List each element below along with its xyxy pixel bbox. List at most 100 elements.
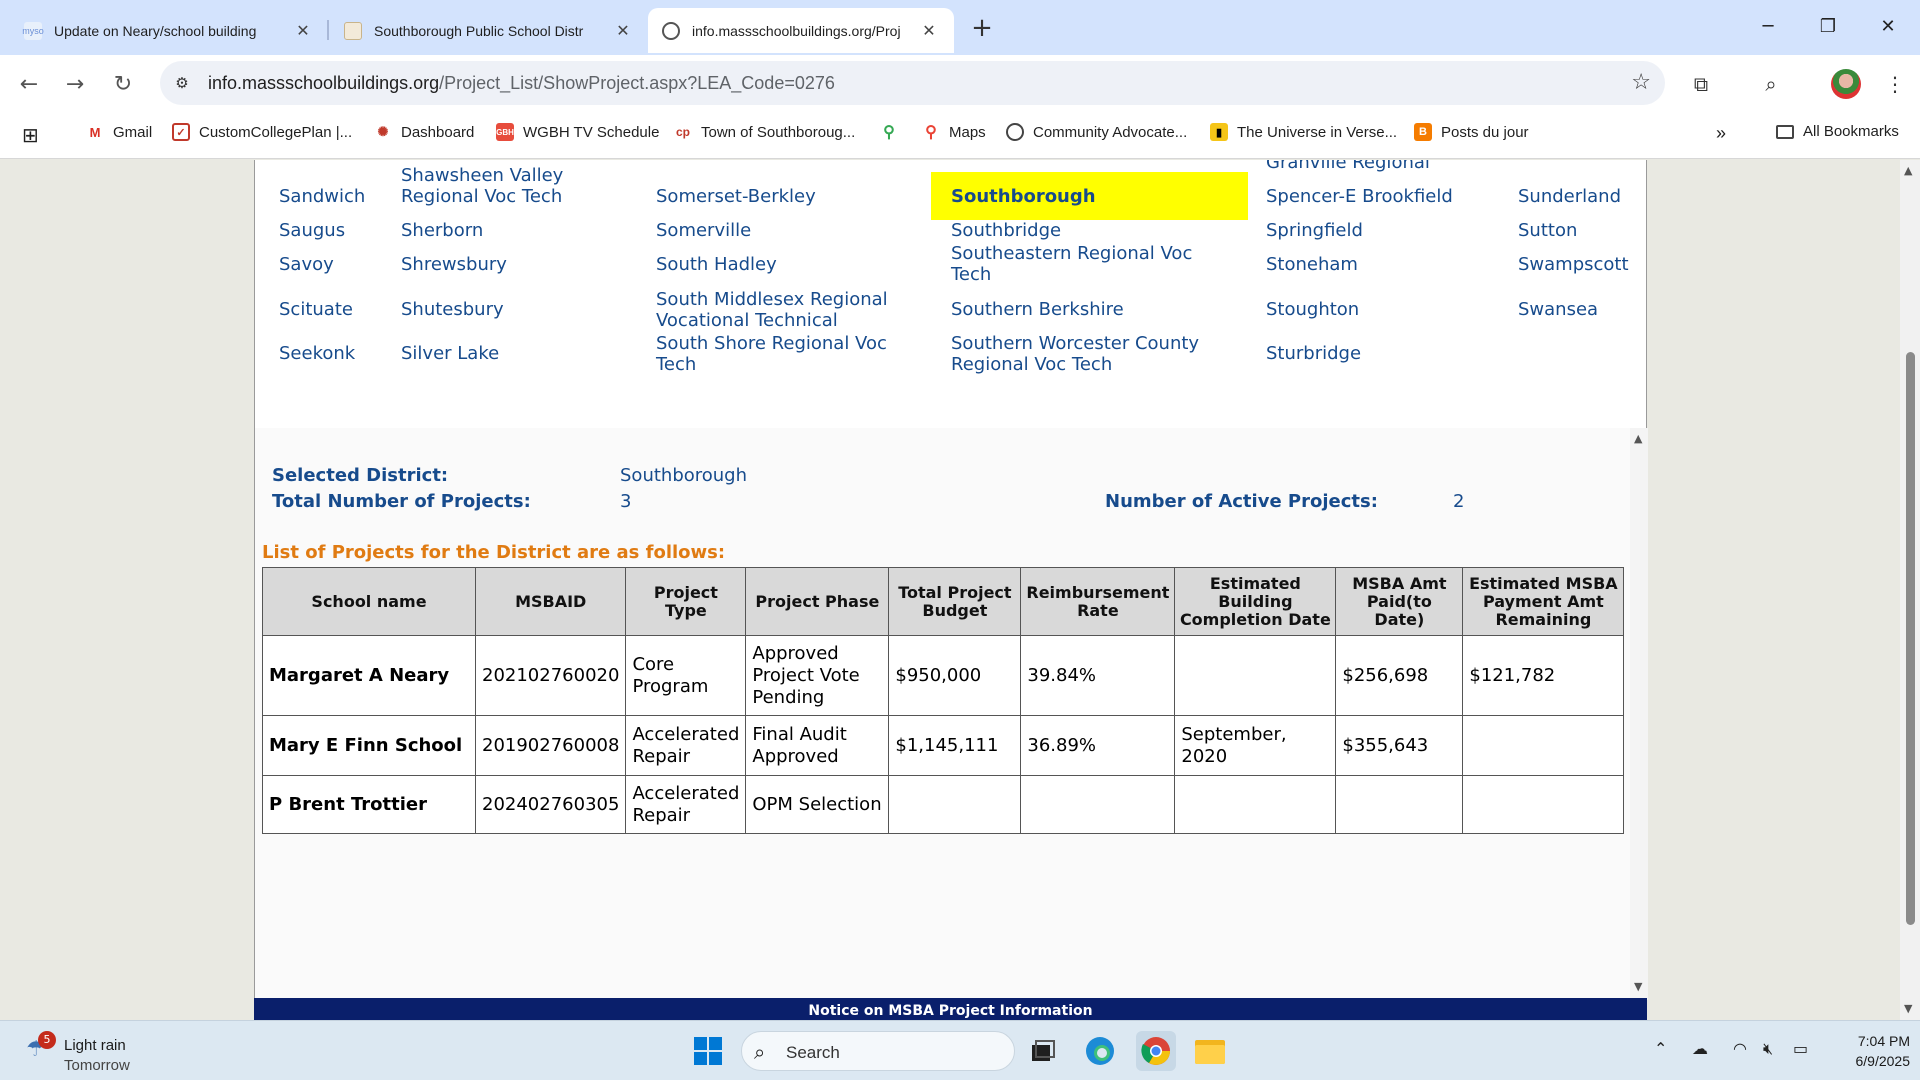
table-cell: OPM Selection — [745, 775, 890, 834]
district-link[interactable]: Silver Lake — [401, 343, 499, 364]
district-link[interactable]: Stoughton — [1266, 299, 1359, 320]
site-info-icon[interactable]: ⚙ — [170, 71, 194, 95]
district-link[interactable]: Shrewsbury — [401, 254, 507, 275]
bookmark-gmail[interactable]: M Gmail — [86, 123, 153, 141]
district-link[interactable]: Spencer-E Brookfield — [1266, 186, 1453, 207]
project-frame: Selected District: Southborough Total Nu… — [255, 428, 1630, 1000]
district-link[interactable]: Saugus — [279, 220, 345, 241]
tab-msba-projects[interactable]: info.massschoolbuildings.org/Proj ✕ — [648, 8, 954, 53]
selected-district-value: Southborough — [620, 465, 748, 486]
scroll-up-icon[interactable]: ▲ — [1634, 432, 1642, 445]
active-projects-label: Number of Active Projects: — [1105, 491, 1378, 512]
district-link[interactable]: Sutton — [1518, 220, 1577, 241]
reload-icon[interactable]: ↻ — [106, 67, 140, 101]
extensions-icon[interactable]: ⧉ — [1686, 69, 1716, 99]
bookmark-star-icon[interactable]: ☆ — [1631, 70, 1651, 95]
close-tab-icon[interactable]: ✕ — [918, 20, 940, 42]
wifi-icon[interactable]: ◠ — [1733, 1039, 1747, 1058]
district-link[interactable]: Southeastern Regional Voc Tech — [951, 243, 1211, 285]
district-link[interactable]: Somerset-Berkley — [656, 186, 816, 207]
battery-icon[interactable]: ▭ — [1793, 1039, 1808, 1058]
district-link-partial[interactable]: Granville Regional — [1266, 160, 1430, 173]
edge-icon[interactable] — [1080, 1031, 1120, 1071]
more-bookmarks-icon[interactable]: » — [1716, 123, 1726, 144]
task-view-icon[interactable] — [1023, 1031, 1063, 1071]
district-link[interactable]: Springfield — [1266, 220, 1363, 241]
district-link[interactable]: Swansea — [1518, 299, 1598, 320]
windows-start-icon[interactable] — [688, 1031, 728, 1071]
bookmark-universe-in-verse[interactable]: ▮ The Universe in Verse... — [1210, 123, 1397, 141]
bookmark-maps[interactable]: ⚲ Maps — [922, 123, 986, 142]
new-tab-icon[interactable]: + — [966, 12, 998, 44]
url-text[interactable]: info.massschoolbuildings.org/Project_Lis… — [208, 73, 835, 94]
apps-grid-icon[interactable]: ⊞ — [22, 123, 39, 148]
scroll-up-icon[interactable]: ▲ — [1904, 164, 1912, 177]
tab-search-icon[interactable]: ⌕ — [1756, 69, 1786, 99]
back-icon[interactable]: ← — [12, 67, 46, 101]
chrome-icon[interactable] — [1136, 1031, 1176, 1071]
frame-scrollbar[interactable]: ▲ ▼ — [1630, 428, 1648, 1000]
volume-muted-icon[interactable]: 🔇︎ — [1763, 1039, 1773, 1059]
bookmark-dashboard[interactable]: ✺ Dashboard — [374, 123, 475, 141]
taskbar-search[interactable]: ⌕ Search — [741, 1031, 1015, 1071]
district-link[interactable]: Shutesbury — [401, 299, 504, 320]
district-link[interactable]: South Shore Regional Voc Tech — [656, 333, 896, 375]
district-link[interactable]: Swampscott — [1518, 254, 1629, 275]
weather-widget[interactable]: ☂ 5 Light rain Tomorrow — [22, 1031, 162, 1074]
district-link[interactable]: Shawsheen Valley Regional Voc Tech — [401, 165, 581, 207]
district-link[interactable]: Southern Worcester County Regional Voc T… — [951, 333, 1211, 375]
column-header: School name — [262, 567, 476, 636]
district-link[interactable]: Sandwich — [279, 186, 365, 207]
page-scrollbar[interactable]: ▲ ▼ — [1900, 160, 1920, 1020]
district-link[interactable]: Sturbridge — [1266, 343, 1361, 364]
all-bookmarks[interactable]: All Bookmarks — [1776, 123, 1899, 140]
close-tab-icon[interactable]: ✕ — [612, 20, 634, 42]
column-header: Project Type — [625, 567, 747, 636]
scroll-down-icon[interactable]: ▼ — [1904, 1002, 1912, 1015]
tab-neary-update[interactable]: myso Update on Neary/school building ✕ — [10, 8, 328, 53]
district-link[interactable]: Stoneham — [1266, 254, 1358, 275]
restore-icon[interactable]: ❐ — [1798, 8, 1858, 44]
district-link[interactable]: South Middlesex Regional Vocational Tech… — [656, 289, 896, 331]
district-link[interactable]: Savoy — [279, 254, 334, 275]
notice-banner[interactable]: Notice on MSBA Project Information — [254, 998, 1647, 1020]
dashboard-icon: ✺ — [377, 124, 389, 139]
district-link[interactable]: South Hadley — [656, 254, 777, 275]
district-link[interactable]: Southern Berkshire — [951, 299, 1124, 320]
forward-icon[interactable]: → — [58, 67, 92, 101]
district-link[interactable]: Somerville — [656, 220, 751, 241]
table-cell — [1462, 715, 1625, 776]
weather-condition: Light rain — [64, 1037, 126, 1054]
district-link[interactable]: Scituate — [279, 299, 353, 320]
file-explorer-icon[interactable] — [1190, 1031, 1230, 1071]
clock[interactable]: 7:04 PM 6/9/2025 — [1820, 1031, 1911, 1071]
address-bar[interactable]: ⚙ info.massschoolbuildings.org/Project_L… — [160, 61, 1665, 105]
gmail-icon: M — [89, 124, 101, 140]
bookmark-wgbh[interactable]: GBH WGBH TV Schedule — [496, 123, 659, 141]
scrollbar-thumb[interactable] — [1906, 352, 1915, 925]
district-link-selected[interactable]: Southborough — [931, 172, 1248, 220]
tab-title: Southborough Public School Distr — [374, 22, 584, 39]
profile-avatar[interactable] — [1831, 69, 1861, 99]
table-cell: Accelerated Repair — [625, 775, 747, 834]
district-link[interactable]: Sherborn — [401, 220, 483, 241]
onedrive-icon[interactable]: ☁ — [1692, 1039, 1708, 1058]
column-header: Estimated Building Completion Date — [1174, 567, 1337, 636]
district-link[interactable]: Sunderland — [1518, 186, 1621, 207]
bookmark-town-of-southborough[interactable]: cp Town of Southboroug... — [674, 123, 855, 141]
bookmark-customcollegeplan[interactable]: ✓ CustomCollegePlan |... — [172, 123, 352, 141]
minimize-icon[interactable]: ─ — [1738, 8, 1798, 44]
scroll-down-icon[interactable]: ▼ — [1634, 980, 1642, 993]
close-window-icon[interactable]: ✕ — [1858, 8, 1918, 44]
table-cell: Accelerated Repair — [625, 715, 747, 776]
menu-icon[interactable]: ⋮ — [1880, 69, 1910, 99]
page-viewport: Granville Regional Sandwich Saugus Savoy… — [0, 160, 1900, 1020]
tab-southborough-district[interactable]: Southborough Public School Distr ✕ — [330, 8, 648, 53]
district-link[interactable]: Seekonk — [279, 343, 355, 364]
bookmark-maps-pin[interactable]: ⚲ — [880, 123, 907, 141]
bookmark-posts-du-jour[interactable]: B Posts du jour — [1414, 123, 1529, 141]
close-tab-icon[interactable]: ✕ — [292, 20, 314, 42]
district-link[interactable]: Southbridge — [951, 220, 1061, 241]
chevron-up-icon[interactable]: ⌃ — [1654, 1039, 1667, 1058]
bookmark-community-advocate[interactable]: Community Advocate... — [1006, 123, 1187, 141]
